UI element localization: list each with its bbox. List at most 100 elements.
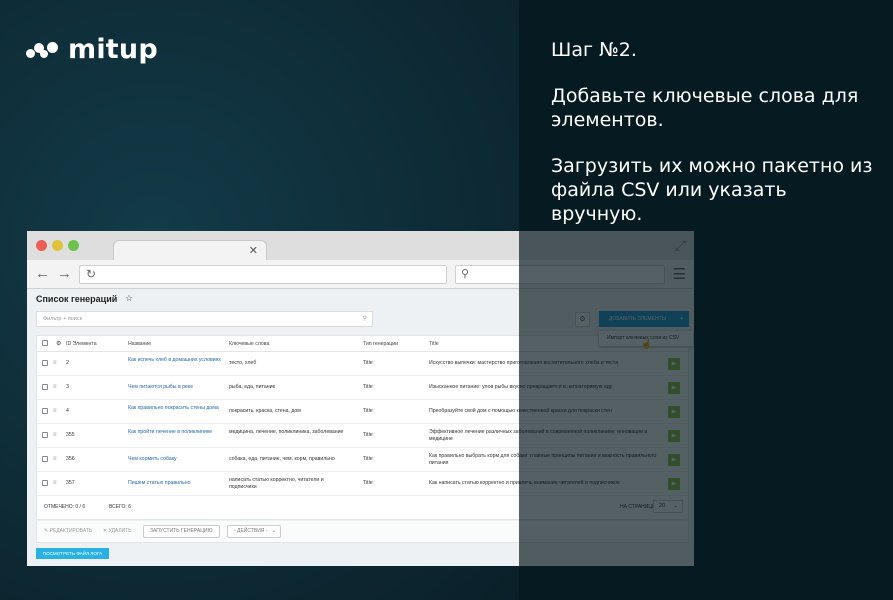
play-icon[interactable]: ▶ bbox=[668, 430, 680, 442]
expand-icon[interactable]: ⤢ bbox=[675, 237, 686, 254]
hand-cursor-icon: ☝ bbox=[641, 339, 653, 349]
search-icon: ⚲ bbox=[362, 316, 367, 322]
cell-id: 2 bbox=[66, 360, 69, 366]
total-count: всего: 6 bbox=[109, 504, 131, 510]
hamburger-menu-icon[interactable]: ☰ bbox=[673, 265, 686, 283]
gear-icon: ⚙ bbox=[579, 316, 586, 323]
column-header-keywords[interactable]: Ключевые слова bbox=[229, 341, 269, 347]
drag-handle-icon[interactable]: ≡ bbox=[53, 384, 57, 390]
table-row[interactable]: ≡ 2 Как испечь хлеб в домашних условиях … bbox=[37, 352, 690, 376]
edit-label: редактировать bbox=[49, 528, 93, 534]
row-checkbox[interactable] bbox=[42, 408, 48, 414]
settings-gear-button[interactable]: ⚙ bbox=[575, 312, 590, 327]
cell-type: Title bbox=[363, 360, 373, 366]
cell-name-link[interactable]: Как испечь хлеб в домашних условиях bbox=[128, 357, 223, 364]
cell-id: 355 bbox=[66, 432, 75, 438]
reload-icon[interactable]: ↻ bbox=[86, 267, 96, 281]
pencil-icon: ✎ bbox=[44, 528, 49, 534]
cell-name-link[interactable]: Как пройти лечение в поликлинике bbox=[128, 429, 223, 436]
row-checkbox[interactable] bbox=[42, 432, 48, 438]
actions-bar: ✎ редактировать ✕ удалить запустить гене… bbox=[36, 521, 689, 543]
browser-tab[interactable]: ✕ bbox=[113, 240, 267, 261]
drag-handle-icon[interactable]: ≡ bbox=[53, 456, 57, 462]
cell-keywords: написать статью корректно, читатели и по… bbox=[229, 477, 324, 490]
step-line-1: Добавьте ключевые слова для элементов. bbox=[551, 85, 859, 131]
close-icon: ✕ bbox=[103, 528, 108, 534]
cell-title: Искусство выпечки: мастерство приготовле… bbox=[429, 360, 619, 366]
browser-search-bar[interactable]: ⚲ bbox=[455, 265, 665, 284]
edit-button[interactable]: ✎ редактировать bbox=[44, 528, 92, 534]
cell-type: Title bbox=[363, 408, 373, 414]
row-checkbox[interactable] bbox=[42, 360, 48, 366]
cell-keywords: медицина, лечение, поликлиника, заболева… bbox=[229, 429, 344, 435]
minimize-window-dot[interactable] bbox=[52, 240, 63, 251]
cell-name-link[interactable]: Чем питаются рыбы в реке bbox=[128, 384, 223, 391]
cell-keywords: покрасить, краска, стена, дом bbox=[229, 408, 301, 414]
cell-title: Эффективное лечение различных заболевани… bbox=[429, 429, 648, 442]
cell-name-link[interactable]: Пишем статью правильно bbox=[128, 480, 223, 487]
cell-keywords: собака, еда, питание, чем, корм, правиль… bbox=[229, 456, 335, 462]
logo-mark-icon bbox=[26, 39, 60, 61]
play-icon[interactable]: ▶ bbox=[668, 454, 680, 466]
table-row[interactable]: ≡ 357 Пишем статью правильно написать ст… bbox=[37, 472, 690, 496]
forward-arrow-icon[interactable]: → bbox=[57, 265, 72, 282]
per-page-value: 20 bbox=[659, 503, 666, 509]
filter-placeholder: Фильтр + поиск bbox=[43, 316, 83, 322]
maximize-window-dot[interactable] bbox=[68, 240, 79, 251]
run-generation-button[interactable]: запустить генерацию bbox=[143, 525, 220, 538]
selected-count: отмечено: 0 / 6 bbox=[44, 504, 86, 510]
add-elements-label: добавить элементы bbox=[609, 316, 667, 322]
column-header-name[interactable]: Название bbox=[128, 341, 151, 347]
per-page-select[interactable]: 20 ⌄ bbox=[653, 500, 683, 513]
generations-table: ⚙ ID Элемента Название Ключевые слова Ти… bbox=[36, 335, 690, 520]
cell-type: Title bbox=[363, 384, 373, 390]
chevron-down-icon: ⌄ bbox=[673, 503, 678, 509]
table-row[interactable]: ≡ 3 Чем питаются рыбы в реке рыба, еда, … bbox=[37, 376, 690, 400]
close-window-dot[interactable] bbox=[36, 240, 47, 251]
table-header: ⚙ ID Элемента Название Ключевые слова Ти… bbox=[37, 336, 690, 352]
column-header-id[interactable]: ID Элемента bbox=[66, 341, 97, 347]
per-page-label: на странице: bbox=[620, 504, 657, 510]
chevron-down-icon: ⌄ bbox=[271, 528, 276, 534]
play-icon[interactable]: ▶ bbox=[668, 358, 680, 370]
star-icon[interactable]: ☆ bbox=[125, 293, 133, 304]
row-checkbox[interactable] bbox=[42, 480, 48, 486]
actions-select[interactable]: - Действия - ⌄ bbox=[227, 525, 281, 538]
table-row[interactable]: ≡ 4 Как правильно покрасить стены дома п… bbox=[37, 400, 690, 424]
delete-button[interactable]: ✕ удалить bbox=[103, 528, 132, 534]
table-row[interactable]: ≡ 355 Как пройти лечение в поликлинике м… bbox=[37, 424, 690, 448]
browser-titlebar: ✕ ⤢ bbox=[27, 231, 694, 261]
table-row[interactable]: ≡ 356 Чем кормить собаку собака, еда, пи… bbox=[37, 448, 690, 472]
select-all-checkbox[interactable] bbox=[42, 340, 48, 346]
add-elements-button[interactable]: добавить элементы ▾ bbox=[599, 311, 689, 327]
cell-keywords: тесто, хлеб bbox=[229, 360, 257, 366]
back-arrow-icon[interactable]: ← bbox=[35, 265, 50, 282]
gear-icon[interactable]: ⚙ bbox=[56, 340, 61, 347]
address-bar[interactable]: ↻ bbox=[79, 265, 447, 284]
cell-name-link[interactable]: Чем кормить собаку bbox=[128, 456, 223, 463]
row-checkbox[interactable] bbox=[42, 456, 48, 462]
chevron-down-icon[interactable]: ▾ bbox=[680, 311, 683, 327]
cell-id: 3 bbox=[66, 384, 69, 390]
row-checkbox[interactable] bbox=[42, 384, 48, 390]
cell-name-link[interactable]: Как правильно покрасить стены дома bbox=[128, 405, 223, 412]
cell-type: Title bbox=[363, 456, 373, 462]
delete-label: удалить bbox=[108, 528, 132, 534]
cell-title: Изысканное питание: улов рыбы вкусно пре… bbox=[429, 384, 613, 390]
close-icon[interactable]: ✕ bbox=[249, 244, 258, 257]
play-icon[interactable]: ▶ bbox=[668, 478, 680, 490]
column-header-title[interactable]: Title bbox=[429, 341, 439, 347]
cell-type: Title bbox=[363, 480, 373, 486]
filter-search-input[interactable]: Фильтр + поиск ⚲ bbox=[36, 311, 373, 327]
cell-id: 4 bbox=[66, 408, 69, 414]
actions-select-value: - Действия - bbox=[234, 528, 268, 534]
drag-handle-icon[interactable]: ≡ bbox=[53, 360, 57, 366]
brand-name: mitup bbox=[68, 34, 158, 65]
drag-handle-icon[interactable]: ≡ bbox=[53, 408, 57, 414]
play-icon[interactable]: ▶ bbox=[668, 382, 680, 394]
drag-handle-icon[interactable]: ≡ bbox=[53, 480, 57, 486]
view-log-button[interactable]: посмотреть файл лога bbox=[36, 548, 109, 559]
drag-handle-icon[interactable]: ≡ bbox=[53, 432, 57, 438]
column-header-type[interactable]: Тип генерации bbox=[363, 341, 398, 347]
play-icon[interactable]: ▶ bbox=[668, 406, 680, 418]
